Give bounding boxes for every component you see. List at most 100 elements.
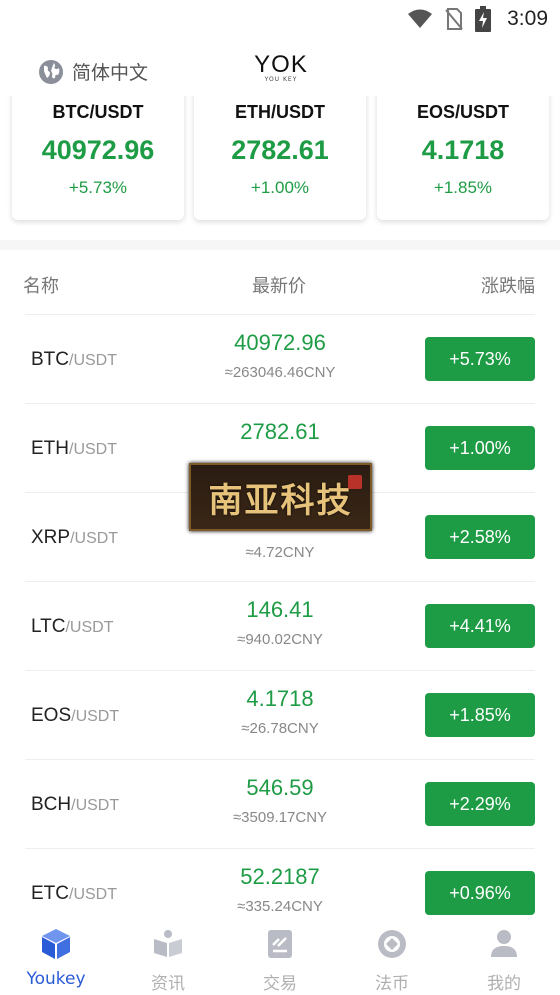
tab-label: 法币: [375, 974, 409, 994]
tab-label: 交易: [263, 974, 297, 994]
ticker-cards: BTC/USDT 40972.96 +5.73% ETH/USDT 2782.6…: [0, 96, 560, 226]
no-sim-icon: [445, 8, 463, 30]
column-change: 涨跌幅: [481, 276, 535, 297]
coin-symbol: EOS: [31, 705, 72, 726]
cube-icon: [42, 929, 70, 959]
coin-pair: BTC/USDT: [31, 349, 117, 371]
tab-news[interactable]: 资讯: [128, 927, 208, 994]
column-price: 最新价: [252, 276, 306, 297]
cny-price: ≈335.24CNY: [237, 898, 323, 915]
quote-currency: /USDT: [71, 708, 120, 725]
coin-icon: [378, 930, 406, 958]
last-price: 52.2187: [240, 864, 320, 889]
coin-symbol: ETH: [31, 438, 69, 459]
card-change: +1.00%: [250, 178, 310, 197]
cny-price: ≈26.78CNY: [241, 720, 319, 737]
card-change: +1.85%: [433, 178, 493, 197]
watermark-overlay: 南亚科技: [189, 463, 372, 531]
cny-price: ≈940.02CNY: [237, 631, 323, 648]
book-icon: [154, 930, 182, 957]
quote-currency: /USDT: [71, 797, 120, 814]
price-column: 2782.61: [185, 419, 375, 453]
watermark-text: 南亚科技: [208, 480, 353, 521]
last-price: 2782.61: [240, 419, 320, 444]
header: 简体中文 YOK YOU KEY: [0, 48, 560, 96]
globe-icon: [39, 59, 63, 84]
market-row-bch[interactable]: BCH/USDT 546.59 ≈3509.17CNY +2.29%: [25, 759, 535, 848]
coin-pair: BCH/USDT: [31, 794, 119, 816]
coin-pair: XRP/USDT: [31, 527, 118, 549]
tab-label: Youkey: [26, 969, 86, 989]
quote-currency: /USDT: [69, 441, 117, 458]
card-pair: BTC/USDT: [52, 102, 144, 122]
battery-charging-icon: [475, 6, 492, 32]
card-pair: EOS/USDT: [416, 102, 509, 122]
tab-label: 我的: [487, 974, 521, 994]
column-name: 名称: [23, 276, 59, 297]
wifi-icon: [408, 9, 433, 28]
change-badge[interactable]: +4.41%: [425, 604, 535, 648]
tab-youkey[interactable]: Youkey: [16, 927, 96, 989]
last-price: 4.1718: [246, 686, 314, 711]
market-row-ltc[interactable]: LTC/USDT 146.41 ≈940.02CNY +4.41%: [25, 581, 535, 670]
ticker-card-eos[interactable]: EOS/USDT 4.1718 +1.85%: [377, 96, 549, 220]
price-column: 546.59 ≈3509.17CNY: [185, 775, 375, 826]
coin-symbol: BCH: [31, 794, 72, 815]
coin-pair: ETC/USDT: [31, 883, 117, 905]
cny-price: ≈263046.46CNY: [224, 364, 336, 381]
price-column: 4.1718 ≈26.78CNY: [185, 686, 375, 737]
market-row-btc[interactable]: BTC/USDT 40972.96 ≈263046.46CNY +5.73%: [25, 314, 535, 403]
language-switcher[interactable]: 简体中文: [38, 58, 148, 85]
card-change: +5.73%: [68, 178, 128, 197]
card-price: 40972.96: [41, 135, 155, 165]
coin-symbol: LTC: [31, 616, 66, 637]
document-icon: [268, 930, 292, 958]
coin-symbol: XRP: [31, 527, 71, 548]
cny-price: ≈4.72CNY: [245, 544, 315, 561]
card-pair: ETH/USDT: [235, 102, 325, 122]
quote-currency: /USDT: [65, 619, 114, 636]
card-price: 4.1718: [421, 135, 505, 165]
logo: YOK YOU KEY: [251, 51, 311, 84]
bottom-tab-bar: Youkey 资讯 交易 法币 我的: [0, 917, 560, 995]
coin-pair: EOS/USDT: [31, 705, 119, 727]
seal-icon: [348, 475, 362, 489]
last-price: 146.41: [246, 597, 314, 622]
last-price: 40972.96: [234, 330, 326, 355]
status-bar: 3:09: [0, 0, 560, 40]
logo-text: YOK: [254, 51, 308, 78]
tab-label: 资讯: [151, 974, 185, 994]
status-time: 3:09: [507, 7, 548, 30]
change-badge[interactable]: +1.85%: [425, 693, 535, 737]
market-table-header: 名称 最新价 涨跌幅: [0, 270, 560, 300]
price-column: 52.2187 ≈335.24CNY: [185, 864, 375, 915]
section-divider: [0, 240, 560, 250]
market-list: BTC/USDT 40972.96 ≈263046.46CNY +5.73% E…: [25, 314, 535, 937]
tab-mine[interactable]: 我的: [464, 927, 544, 994]
change-badge[interactable]: +0.96%: [425, 871, 535, 915]
tab-trade[interactable]: 交易: [240, 927, 320, 994]
quote-currency: /USDT: [70, 530, 119, 547]
price-column: 40972.96 ≈263046.46CNY: [185, 330, 375, 381]
user-icon: [491, 930, 517, 957]
ticker-card-btc[interactable]: BTC/USDT 40972.96 +5.73%: [12, 96, 184, 220]
change-badge[interactable]: +2.58%: [425, 515, 535, 559]
quote-currency: /USDT: [69, 352, 117, 369]
card-price: 2782.61: [231, 135, 329, 165]
market-row-eos[interactable]: EOS/USDT 4.1718 ≈26.78CNY +1.85%: [25, 670, 535, 759]
change-badge[interactable]: +5.73%: [425, 337, 535, 381]
tab-fiat[interactable]: 法币: [352, 927, 432, 994]
cny-price: ≈3509.17CNY: [232, 809, 328, 826]
ticker-card-eth[interactable]: ETH/USDT 2782.61 +1.00%: [194, 96, 366, 220]
status-icons: 3:09: [407, 6, 548, 32]
change-badge[interactable]: +1.00%: [425, 426, 535, 470]
coin-pair: ETH/USDT: [31, 438, 117, 460]
last-price: 546.59: [246, 775, 314, 800]
quote-currency: /USDT: [69, 886, 117, 903]
change-badge[interactable]: +2.29%: [425, 782, 535, 826]
coin-pair: LTC/USDT: [31, 616, 113, 638]
coin-symbol: BTC: [31, 349, 69, 370]
language-label: 简体中文: [72, 62, 149, 84]
coin-symbol: ETC: [31, 883, 69, 904]
price-column: 146.41 ≈940.02CNY: [185, 597, 375, 648]
